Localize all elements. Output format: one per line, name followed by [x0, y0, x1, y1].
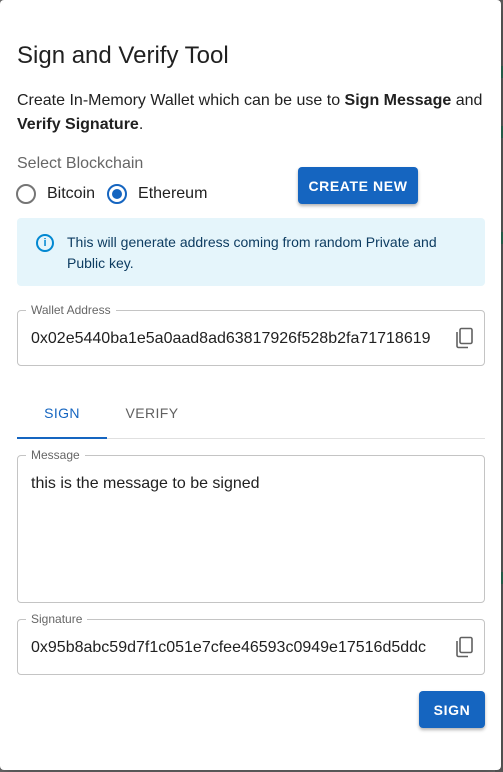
sign-verify-tabs: SIGN VERIFY — [17, 393, 485, 439]
sign-verify-dialog: Sign and Verify Tool Create In-Memory Wa… — [0, 0, 501, 770]
radio-button-checked-icon[interactable] — [107, 184, 128, 204]
signature-value[interactable]: 0x95b8abc59d7f1c051e7cfee46593c0949e1751… — [31, 639, 435, 657]
message-label: Message — [26, 448, 85, 462]
create-new-button[interactable]: CREATE NEW — [298, 167, 418, 204]
copy-icon[interactable] — [454, 327, 474, 349]
radio-bitcoin-label: Bitcoin — [47, 185, 96, 202]
sign-button[interactable]: SIGN — [419, 691, 485, 728]
radio-ethereum-label: Ethereum — [138, 185, 208, 202]
blockchain-radio-group: Bitcoin Ethereum — [16, 184, 219, 204]
description-text: . — [138, 116, 144, 133]
dialog-title: Sign and Verify Tool — [17, 42, 229, 69]
description-bold-sign: Sign Message — [344, 92, 452, 109]
wallet-address-label: Wallet Address — [26, 303, 116, 317]
wallet-address-field[interactable]: Wallet Address 0x02e5440ba1e5a0aad8ad638… — [17, 303, 485, 366]
signature-field[interactable]: Signature 0x95b8abc59d7f1c051e7cfee46593… — [17, 612, 485, 675]
radio-button-icon[interactable] — [16, 184, 36, 204]
message-field[interactable]: Message this is the message to be signed — [17, 448, 485, 603]
dialog-description: Create In-Memory Wallet which can be use… — [17, 89, 492, 137]
signature-label: Signature — [26, 612, 88, 626]
description-text: and — [451, 92, 483, 109]
copy-icon[interactable] — [454, 636, 474, 658]
info-icon: i — [36, 234, 54, 252]
select-blockchain-label: Select Blockchain — [17, 155, 144, 172]
description-text: Create In-Memory Wallet which can be use… — [17, 92, 345, 109]
tab-sign[interactable]: SIGN — [17, 393, 107, 437]
info-alert: i This will generate address coming from… — [17, 218, 485, 286]
tab-verify[interactable]: VERIFY — [107, 393, 197, 437]
wallet-address-value[interactable]: 0x02e5440ba1e5a0aad8ad63817926f528b2fa71… — [31, 330, 435, 348]
description-bold-verify: Verify Signature — [17, 116, 139, 133]
active-tab-indicator — [17, 437, 107, 439]
radio-ethereum[interactable]: Ethereum — [107, 184, 207, 204]
radio-bitcoin[interactable]: Bitcoin — [16, 184, 95, 204]
info-alert-text: This will generate address coming from r… — [67, 234, 437, 271]
message-input[interactable]: this is the message to be signed — [31, 475, 471, 493]
